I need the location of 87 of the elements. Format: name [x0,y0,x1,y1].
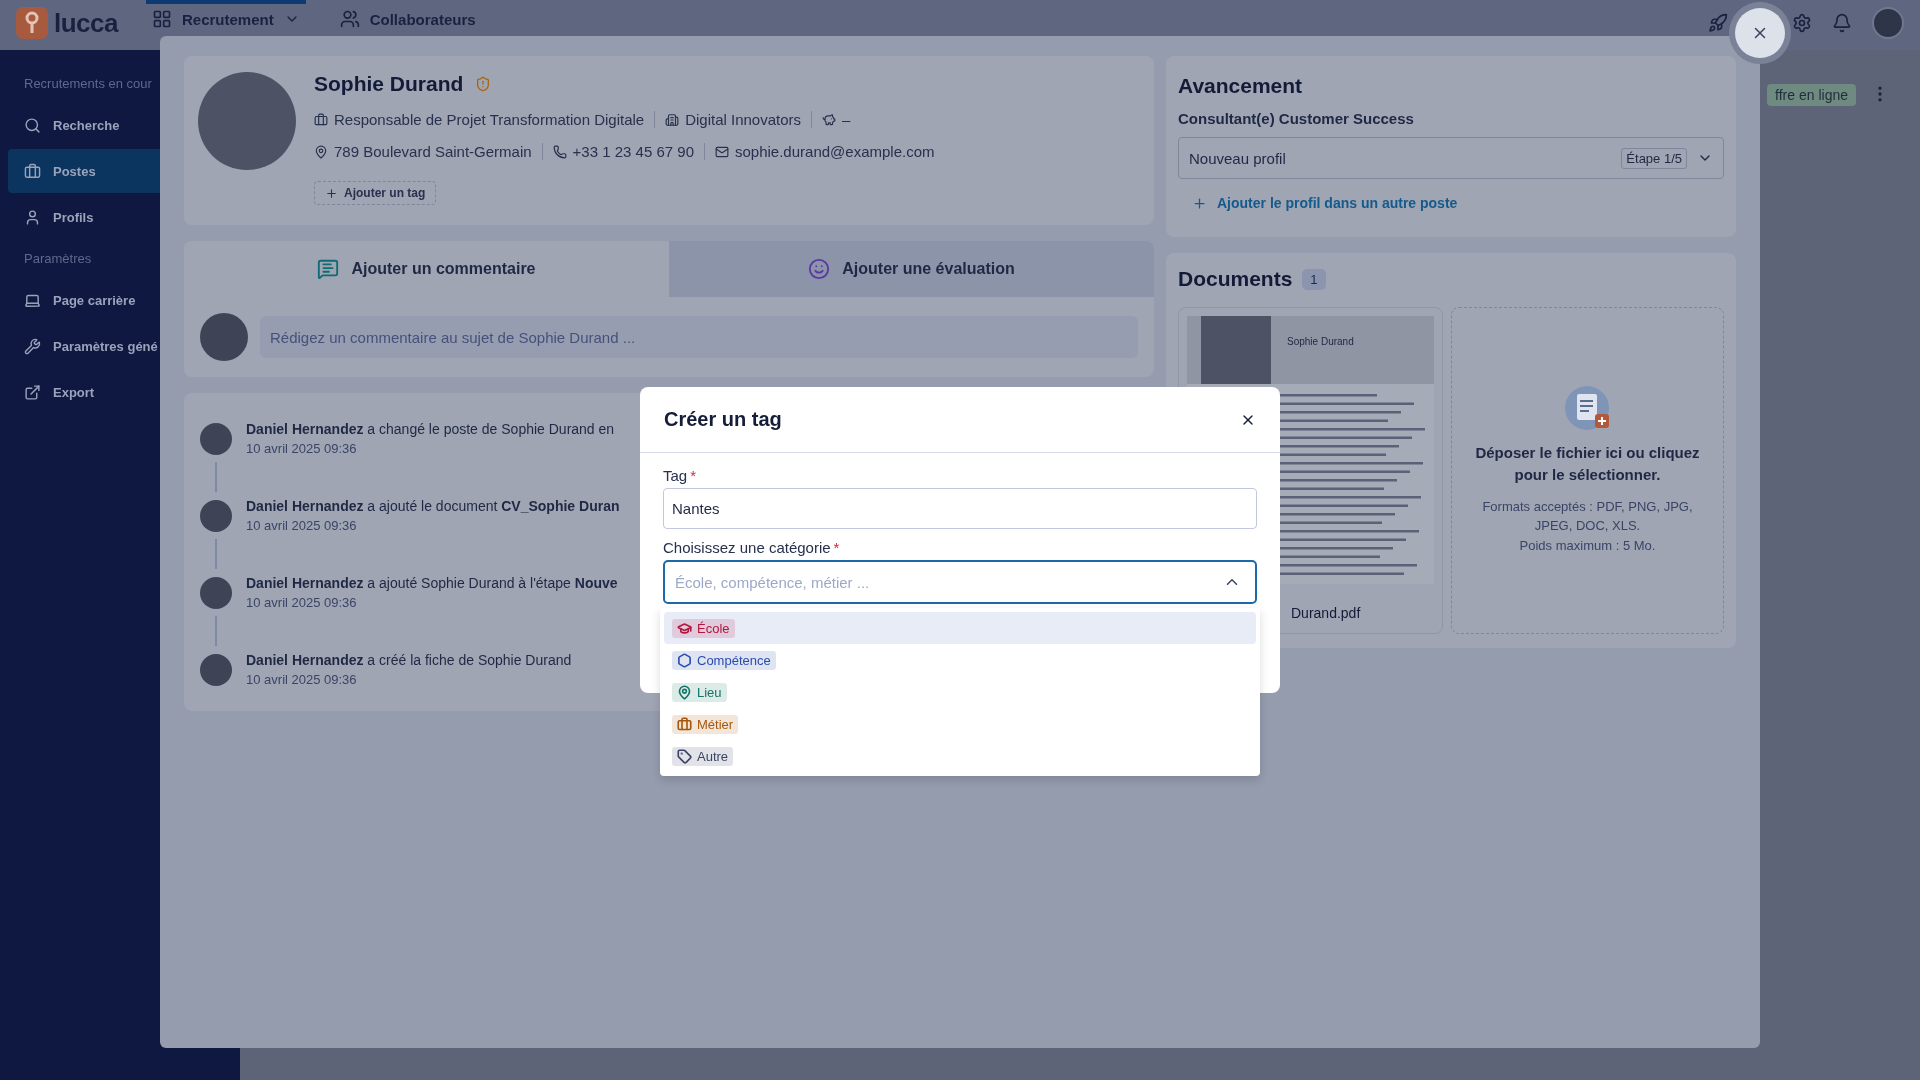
max-size-text: Poids maximum : 5 Mo. [1518,536,1657,555]
required-mark: * [690,467,697,484]
section-title: Documents [1178,267,1293,291]
comment-input[interactable]: Rédigez un commentaire au sujet de Sophie Durand ... [260,316,1138,358]
bell-icon[interactable] [1832,13,1852,33]
briefcase-icon [24,162,41,180]
info-text: Digital Innovators [685,111,802,128]
activity-text: Daniel Hernandez a ajouté le document CV_Sophie Duran [246,498,620,514]
piggy-bank-icon [822,112,837,127]
photo-placeholder [1201,316,1271,384]
activity-text: Daniel Hernandez a changé le poste de Sophie Durand en [246,421,615,437]
plus-icon [1192,195,1207,211]
user-avatar [200,577,232,609]
logo-icon [16,7,48,39]
settings-icon[interactable] [1792,13,1812,33]
grid-icon [152,9,172,29]
user-avatar [200,654,232,686]
dialog-title: Créer un tag [664,408,782,431]
user-avatar [200,500,232,532]
sidebar-item[interactable]: Export [8,370,232,414]
plus-icon [325,186,338,200]
activity-time: 10 avril 2025 09:36 [246,595,358,610]
timeline-connector [215,462,217,492]
formats-text: Formats acceptés : PDF, PNG, JPG, JPEG, DOC, XLS. [1481,497,1694,536]
tag-input[interactable]: Nantes [663,488,1257,529]
section-title: Avancement [1178,74,1304,98]
job-title: Consultant(e) Customer Success [1178,110,1415,127]
info-text: – [842,111,851,128]
activity-time: 10 avril 2025 09:36 [246,672,358,687]
add-tag-button[interactable]: Ajouter un tag [314,181,437,205]
category-label: Métier [697,716,734,732]
field-label: Tag * [663,467,698,484]
add-to-job-link[interactable]: Ajouter le profil dans un autre poste [1192,195,1724,211]
mail-icon [715,144,729,159]
users-icon [339,9,360,29]
candidate-name: Sophie Durand [314,72,464,96]
smile-icon [808,258,831,280]
export-icon [24,383,41,401]
sidebar-item[interactable]: Recherche [8,103,232,147]
activity-time: 10 avril 2025 09:36 [246,518,358,533]
category-label: Compétence [697,652,771,668]
dropdown-option[interactable]: Compétence [664,644,1256,676]
user-avatar [200,313,248,361]
wrench-icon [24,337,41,355]
sidebar-item[interactable]: Profils [8,195,232,239]
dropdown-option[interactable]: Métier [664,708,1256,740]
comment-tab[interactable]: Ajouter une évaluation [669,241,1154,297]
info-text: 789 Boulevard Saint-Germain [334,143,532,160]
status-badge: ffre en ligne [1767,84,1856,106]
comment-icon [317,258,340,280]
timeline-connector [215,539,217,569]
user-avatar[interactable] [1872,7,1904,39]
building-icon [665,112,680,127]
category-label: École [697,620,730,636]
activity-text: Daniel Hernandez a créé la fiche de Sophie Durand [246,652,572,668]
shield-icon [475,76,492,92]
dropdown-option[interactable]: Lieu [664,676,1256,708]
sidebar-section-title: Paramètres [23,250,93,268]
rocket-icon[interactable] [1708,13,1728,33]
user-icon [24,208,41,226]
briefcase-icon [314,112,328,127]
user-avatar [200,423,232,455]
activity-text: Daniel Hernandez a ajouté Sophie Durand à l'étape Nouve [246,575,618,591]
pin-icon [314,144,328,159]
required-mark: * [833,539,840,556]
category-label: Lieu [697,684,722,700]
drop-zone[interactable]: Déposer le fichier ici ou cliquez pour le sélectionner. Formats acceptés : PDF, PNG, JPG, JPEG, DOC, XLS. Poids maximum : 5 Mo. [1451,307,1724,634]
drop-title: Déposer le fichier ici ou cliquez pour le sélectionner. [1474,442,1701,486]
dropdown-option[interactable]: École [664,612,1256,644]
search-icon [24,116,41,134]
stage-select[interactable]: Nouveau profil Étape 1/5 [1178,137,1724,179]
thumbnail-name: Sophie Durand [1287,335,1354,349]
sidebar-item[interactable]: Paramètres géné [8,324,232,368]
count-badge: 1 [1302,268,1326,290]
category-label: Autre [697,748,729,764]
category-select[interactable]: École, compétence, métier ... [663,560,1257,604]
file-name: Durand.pdf [1290,605,1362,623]
field-label: Choisissez une catégorie * [663,539,841,556]
activity-time: 10 avril 2025 09:36 [246,441,358,456]
info-text: sophie.durand@example.com [735,143,935,160]
step-badge: Étape 1/5 [1621,147,1687,169]
timeline-connector [215,616,217,646]
info-text: Responsable de Projet Transformation Digitale [334,111,645,128]
info-text: +33 1 23 45 67 90 [572,143,694,160]
dropdown-option[interactable]: Autre [664,740,1256,772]
sidebar-section-title: Recrutements en cour [23,75,153,93]
phone-icon [552,144,567,159]
